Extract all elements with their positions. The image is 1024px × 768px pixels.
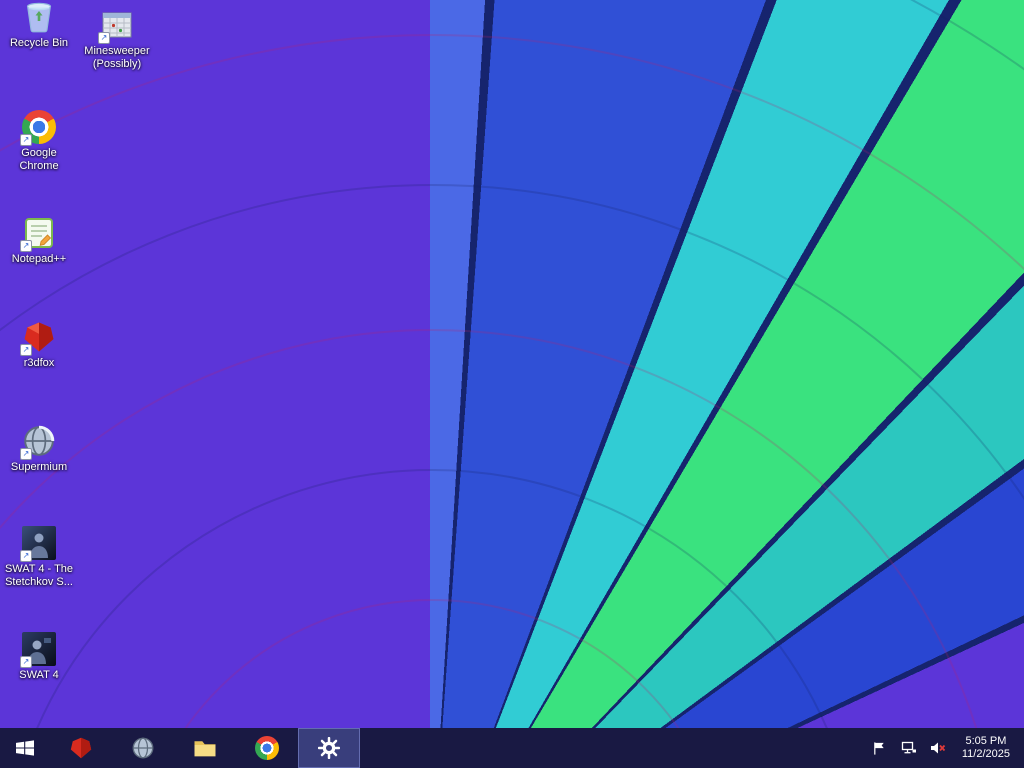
icon-label: SWAT 4 - The Stetchkov S... — [4, 563, 74, 588]
clock-date: 11/2/2025 — [961, 748, 1010, 760]
desktop-icon-swat4-stetchkov[interactable]: SWAT 4 - The Stetchkov S... — [0, 526, 78, 589]
folder-icon — [194, 741, 216, 757]
taskbar-item-supermium[interactable] — [112, 728, 174, 768]
icon-label: Google Chrome — [19, 147, 59, 172]
desktop-icon-supermium[interactable]: Supermium — [0, 424, 78, 474]
desktop-icon-google-chrome[interactable]: Google Chrome — [0, 110, 78, 173]
supermium-globe-icon — [132, 737, 154, 759]
recycle-bin-icon — [22, 0, 56, 34]
taskbar: 5:05 PM 11/2/2025 — [0, 728, 1024, 768]
swat4-stetchkov-icon — [20, 526, 56, 562]
taskbar-item-chrome[interactable] — [236, 728, 298, 768]
desktop-icon-recycle-bin[interactable]: Recycle Bin — [0, 0, 78, 50]
wallpaper — [0, 0, 1024, 768]
icon-label: Recycle Bin — [9, 37, 69, 49]
desktop: Recycle Bin Minesweeper (Possibly) Googl… — [0, 0, 1024, 768]
icon-label: r3dfox — [23, 357, 55, 369]
desktop-icon-r3dfox[interactable]: r3dfox — [0, 320, 78, 370]
clock-time: 5:05 PM — [965, 735, 1007, 747]
chrome-icon — [20, 110, 56, 146]
desktop-icon-swat4[interactable]: SWAT 4 — [0, 632, 78, 682]
start-button[interactable] — [0, 728, 50, 768]
action-center-flag-icon[interactable] — [871, 739, 889, 757]
canopy-seam-ring — [0, 183, 1024, 768]
swat4-icon — [20, 632, 56, 668]
chrome-icon — [255, 736, 279, 760]
taskbar-item-r3dfox[interactable] — [50, 728, 112, 768]
desktop-icon-notepad-plus-plus[interactable]: Notepad++ — [0, 216, 78, 266]
gear-icon — [318, 737, 340, 759]
taskbar-item-file-explorer[interactable] — [174, 728, 236, 768]
taskbar-item-settings[interactable] — [298, 728, 360, 768]
system-tray: 5:05 PM 11/2/2025 — [867, 728, 1024, 768]
icon-label: Minesweeper (Possibly) — [84, 45, 150, 70]
canopy-seam-ring — [0, 328, 1005, 768]
supermium-globe-icon — [20, 424, 56, 460]
minesweeper-icon — [98, 8, 134, 44]
r3dfox-icon — [70, 737, 92, 759]
network-icon[interactable] — [900, 739, 918, 757]
canopy-seam-ring — [0, 468, 865, 768]
volume-muted-icon[interactable] — [929, 739, 947, 757]
canopy-seam-ring — [0, 33, 1024, 768]
taskbar-clock[interactable]: 5:05 PM 11/2/2025 — [958, 735, 1020, 761]
icon-label: Supermium — [10, 461, 68, 473]
canopy-seam-ring — [0, 0, 1024, 768]
notepad-plus-plus-icon — [20, 216, 56, 252]
desktop-icon-minesweeper[interactable]: Minesweeper (Possibly) — [78, 8, 156, 71]
r3dfox-icon — [20, 320, 56, 356]
windows-logo-icon — [16, 740, 34, 756]
icon-label: SWAT 4 — [19, 669, 59, 681]
icon-label: Notepad++ — [11, 253, 67, 265]
